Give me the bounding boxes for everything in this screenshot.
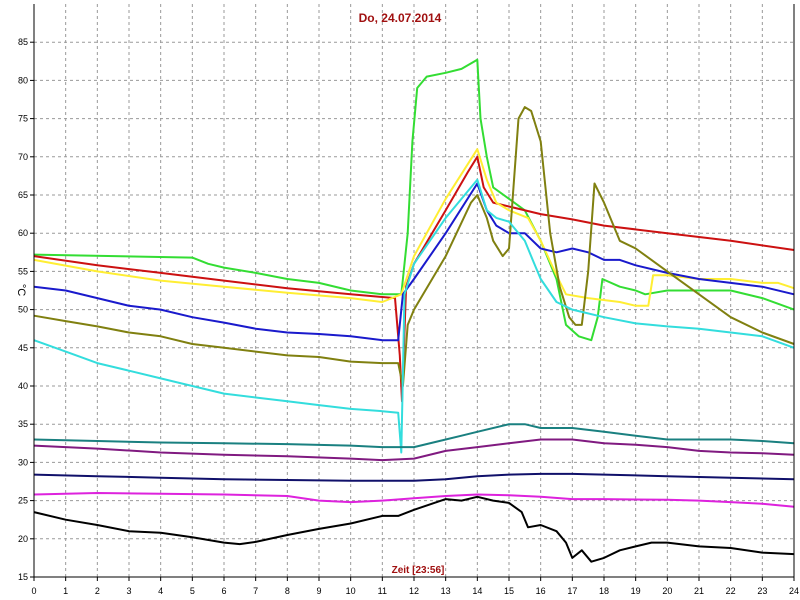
x-tick-label-12: 12 <box>409 586 419 596</box>
x-tick-label-9: 9 <box>316 586 321 596</box>
x-tick-label-3: 3 <box>126 586 131 596</box>
x-tick-label-6: 6 <box>221 586 226 596</box>
y-tick-label-75: 75 <box>18 114 28 124</box>
x-axis-label: Zeit [23:56] <box>392 565 445 576</box>
x-tick-label-13: 13 <box>441 586 451 596</box>
x-tick-label-2: 2 <box>95 586 100 596</box>
x-tick-label-22: 22 <box>726 586 736 596</box>
x-tick-label-5: 5 <box>190 586 195 596</box>
y-tick-label-50: 50 <box>18 305 28 315</box>
y-tick-label-35: 35 <box>18 419 28 429</box>
x-tick-label-14: 14 <box>472 586 482 596</box>
x-tick-label-18: 18 <box>599 586 609 596</box>
x-tick-label-10: 10 <box>346 586 356 596</box>
y-tick-label-80: 80 <box>18 75 28 85</box>
x-tick-label-8: 8 <box>285 586 290 596</box>
x-tick-label-1: 1 <box>63 586 68 596</box>
x-tick-label-17: 17 <box>567 586 577 596</box>
x-tick-label-11: 11 <box>378 586 387 596</box>
y-tick-label-65: 65 <box>18 190 28 200</box>
y-tick-label-45: 45 <box>18 343 28 353</box>
y-tick-label-85: 85 <box>18 37 28 47</box>
chart-background <box>0 0 800 600</box>
y-tick-label-40: 40 <box>18 381 28 391</box>
x-tick-label-20: 20 <box>662 586 672 596</box>
x-tick-label-7: 7 <box>253 586 258 596</box>
x-tick-label-21: 21 <box>694 586 704 596</box>
x-tick-label-19: 19 <box>631 586 641 596</box>
y-axis-label: °C <box>15 284 27 296</box>
x-tick-label-0: 0 <box>31 586 36 596</box>
x-tick-label-16: 16 <box>536 586 546 596</box>
y-tick-label-55: 55 <box>18 266 28 276</box>
x-tick-label-15: 15 <box>504 586 514 596</box>
x-tick-label-4: 4 <box>158 586 163 596</box>
y-tick-label-20: 20 <box>18 534 28 544</box>
chart-container: 0 1 2 3 4 5 6 7 8 9 10 11 12 13 14 15 16 17 18 19 20 21 22 23 24… <box>0 0 800 600</box>
y-tick-label-15: 15 <box>18 572 28 582</box>
y-tick-label-60: 60 <box>18 228 28 238</box>
y-tick-label-30: 30 <box>18 457 28 467</box>
x-tick-label-23: 23 <box>757 586 767 596</box>
y-tick-label-25: 25 <box>18 496 28 506</box>
x-tick-label-24: 24 <box>789 586 799 596</box>
line-chart: 0 1 2 3 4 5 6 7 8 9 10 11 12 13 14 15 16 17 18 19 20 21 22 23 24… <box>0 0 800 600</box>
y-tick-label-70: 70 <box>18 152 28 162</box>
chart-title: Do, 24.07.2014 <box>359 11 442 25</box>
